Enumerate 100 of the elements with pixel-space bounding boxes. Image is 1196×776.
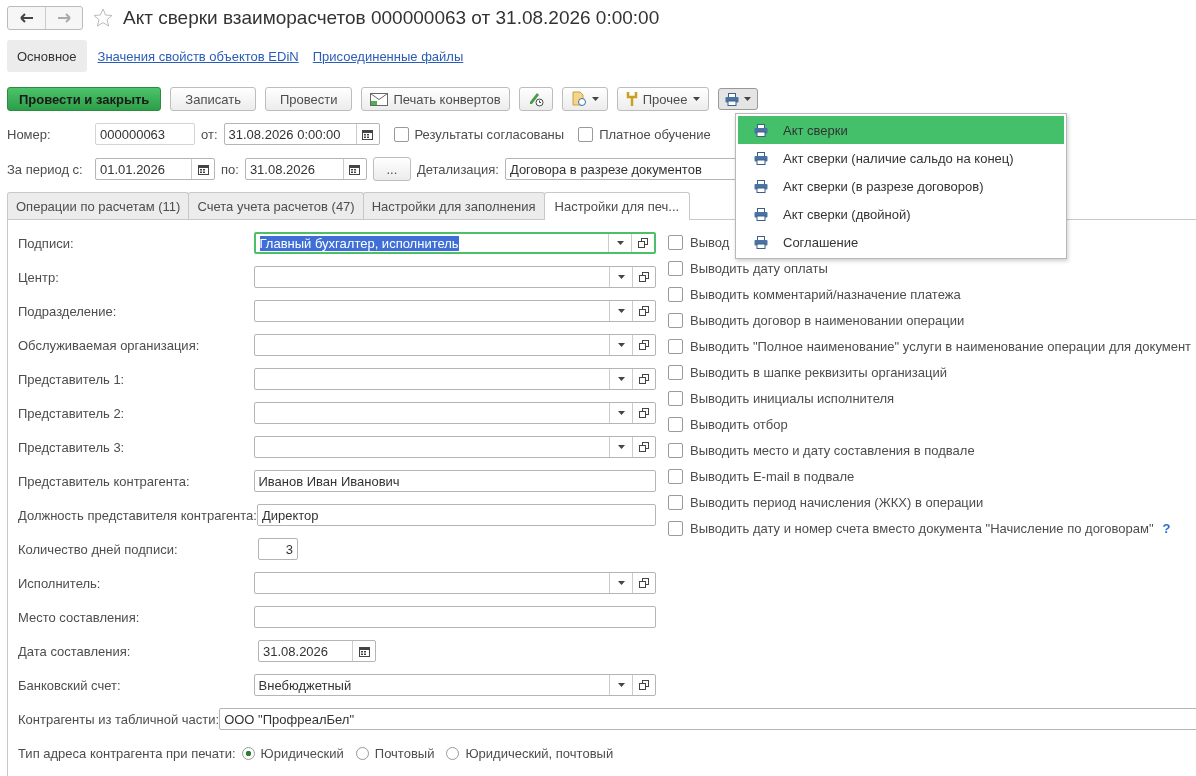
- period-end-label: по:: [221, 161, 239, 177]
- dropdown-field[interactable]: [253, 300, 656, 322]
- radio-button[interactable]: [446, 746, 460, 760]
- field-label: Представитель 3:: [18, 439, 126, 455]
- checkbox[interactable]: [668, 312, 683, 328]
- section-tab[interactable]: Основное: [7, 40, 87, 72]
- date-label: от:: [201, 126, 218, 142]
- window-title: Акт сверки взаиморасчетов 000000063 от 31.08.2026 0:00:00: [123, 7, 660, 29]
- toolbar-button[interactable]: Записать: [170, 87, 256, 111]
- menu-item[interactable]: Акт сверки (двойной): [738, 200, 1064, 228]
- number-field[interactable]: 000000063: [95, 123, 195, 145]
- checkbox[interactable]: [668, 494, 683, 510]
- radio-button[interactable]: [355, 746, 369, 760]
- document-dropdown-button[interactable]: [561, 87, 608, 111]
- period-end-field[interactable]: 31.08.2026: [244, 158, 367, 180]
- printer-icon: [754, 179, 768, 193]
- radio-button[interactable]: [241, 746, 255, 760]
- dropdown-field[interactable]: [253, 368, 656, 390]
- more-button[interactable]: Прочее: [616, 87, 709, 111]
- tab[interactable]: Настройки для печ...: [543, 192, 691, 220]
- caret-icon: [617, 343, 625, 347]
- checkbox-label: Выводить в шапке реквизиты организаций: [690, 364, 947, 380]
- checkbox[interactable]: [668, 338, 683, 354]
- caret-icon: [617, 445, 625, 449]
- menu-item[interactable]: Соглашение: [738, 228, 1064, 256]
- text-field[interactable]: [253, 606, 656, 628]
- period-start-field[interactable]: 01.01.2026: [95, 158, 215, 180]
- date-field[interactable]: 31.08.2026: [258, 640, 376, 662]
- checkbox[interactable]: [578, 126, 594, 142]
- help-link[interactable]: ?: [1162, 520, 1171, 536]
- checkbox-label: Выводить отбор: [690, 416, 788, 432]
- dropdown-field[interactable]: Главный бухгалтер, исполнитель: [253, 232, 656, 254]
- field-label: Контрагенты из табличной части:: [18, 711, 220, 727]
- printer-icon: [754, 207, 768, 221]
- caret-icon: [591, 97, 599, 101]
- caret-icon: [616, 241, 624, 245]
- pen-clock-icon: [527, 91, 544, 107]
- field-label: Место составления:: [18, 609, 141, 625]
- checkbox-label: Выводить инициалы исполнителя: [690, 390, 895, 406]
- date-field[interactable]: 31.08.2026 0:00:00: [223, 123, 380, 145]
- tab[interactable]: Операции по расчетам (11): [7, 192, 190, 219]
- checkbox[interactable]: [668, 364, 683, 380]
- dropdown-field[interactable]: [253, 572, 656, 594]
- number-field[interactable]: 3: [258, 538, 298, 560]
- checkbox-label: Выводить период начисления (ЖКХ) в операции: [690, 494, 984, 510]
- radio-option[interactable]: Почтовый: [355, 745, 435, 761]
- star-icon[interactable]: [93, 8, 113, 28]
- field-label: Подписи:: [18, 235, 75, 251]
- field-label: Банковский счет:: [18, 677, 122, 693]
- printer-icon: [724, 92, 739, 106]
- post-and-close-button[interactable]: Провести и закрыть: [7, 87, 162, 111]
- number-label: Номер:: [7, 126, 52, 142]
- checkbox[interactable]: [668, 260, 683, 276]
- caret-icon: [617, 275, 625, 279]
- tab[interactable]: Настройки для заполнения: [362, 192, 545, 219]
- dropdown-field[interactable]: Внебюджетный: [253, 674, 656, 696]
- radio-option[interactable]: Юридический: [241, 745, 344, 761]
- checkbox[interactable]: [393, 126, 409, 142]
- dropdown-field[interactable]: [253, 436, 656, 458]
- dropdown-field[interactable]: [253, 266, 656, 288]
- wrench-icon: [625, 91, 638, 107]
- field-label: Тип адреса контрагента при печати:: [18, 745, 236, 761]
- field-label: Представитель 1:: [18, 371, 126, 387]
- dropdown-field[interactable]: [253, 402, 656, 424]
- envelope-icon: [370, 92, 389, 106]
- document-icon: [570, 91, 587, 107]
- checkbox[interactable]: [668, 520, 683, 536]
- tab[interactable]: Счета учета расчетов (47): [188, 192, 364, 219]
- text-field[interactable]: Директор: [256, 504, 656, 526]
- checkbox-label: Выводить комментарий/назначение платежа: [690, 286, 961, 302]
- section-tab[interactable]: Значения свойств объектов EDiN: [94, 40, 302, 72]
- open-icon: [638, 238, 648, 248]
- calendar-icon: [349, 163, 361, 175]
- checkbox[interactable]: [668, 442, 683, 458]
- print-envelopes-button[interactable]: Печать конвертов: [361, 87, 510, 111]
- checkbox-label: Вывод: [690, 234, 730, 250]
- section-tab[interactable]: Присоединенные файлы: [309, 40, 467, 72]
- field-label: Подразделение:: [18, 303, 118, 319]
- toolbar-button[interactable]: Провести: [264, 87, 353, 111]
- checkbox-label: Выводить дату и номер счета вместо документа "Начисление по договорам": [690, 520, 1154, 536]
- dropdown-field[interactable]: [253, 334, 656, 356]
- checkbox-label: Выводить "Полное наименование" услуги в наименование операции для документ: [690, 338, 1192, 354]
- print-button[interactable]: [717, 88, 758, 110]
- caret-icon: [617, 411, 625, 415]
- checkbox[interactable]: [668, 468, 683, 484]
- menu-item[interactable]: Акт сверки: [738, 116, 1064, 144]
- checkbox[interactable]: [668, 416, 683, 432]
- sign-button[interactable]: [518, 87, 553, 111]
- checkbox[interactable]: [668, 286, 683, 302]
- counterparties-field[interactable]: ООО "ПрофреалБел": [219, 708, 1196, 730]
- text-field[interactable]: Иванов Иван Иванович: [253, 470, 656, 492]
- caret-icon: [692, 97, 700, 101]
- checkbox[interactable]: [668, 390, 683, 406]
- checkbox[interactable]: [668, 234, 683, 250]
- open-icon: [639, 272, 649, 282]
- period-button[interactable]: ...: [372, 157, 411, 181]
- caret-icon: [617, 581, 625, 585]
- radio-option[interactable]: Юридический, почтовый: [446, 745, 614, 761]
- checkbox-label[interactable]: Результаты согласованы: [393, 126, 565, 142]
- checkbox-label[interactable]: Платное обучение: [578, 126, 711, 142]
